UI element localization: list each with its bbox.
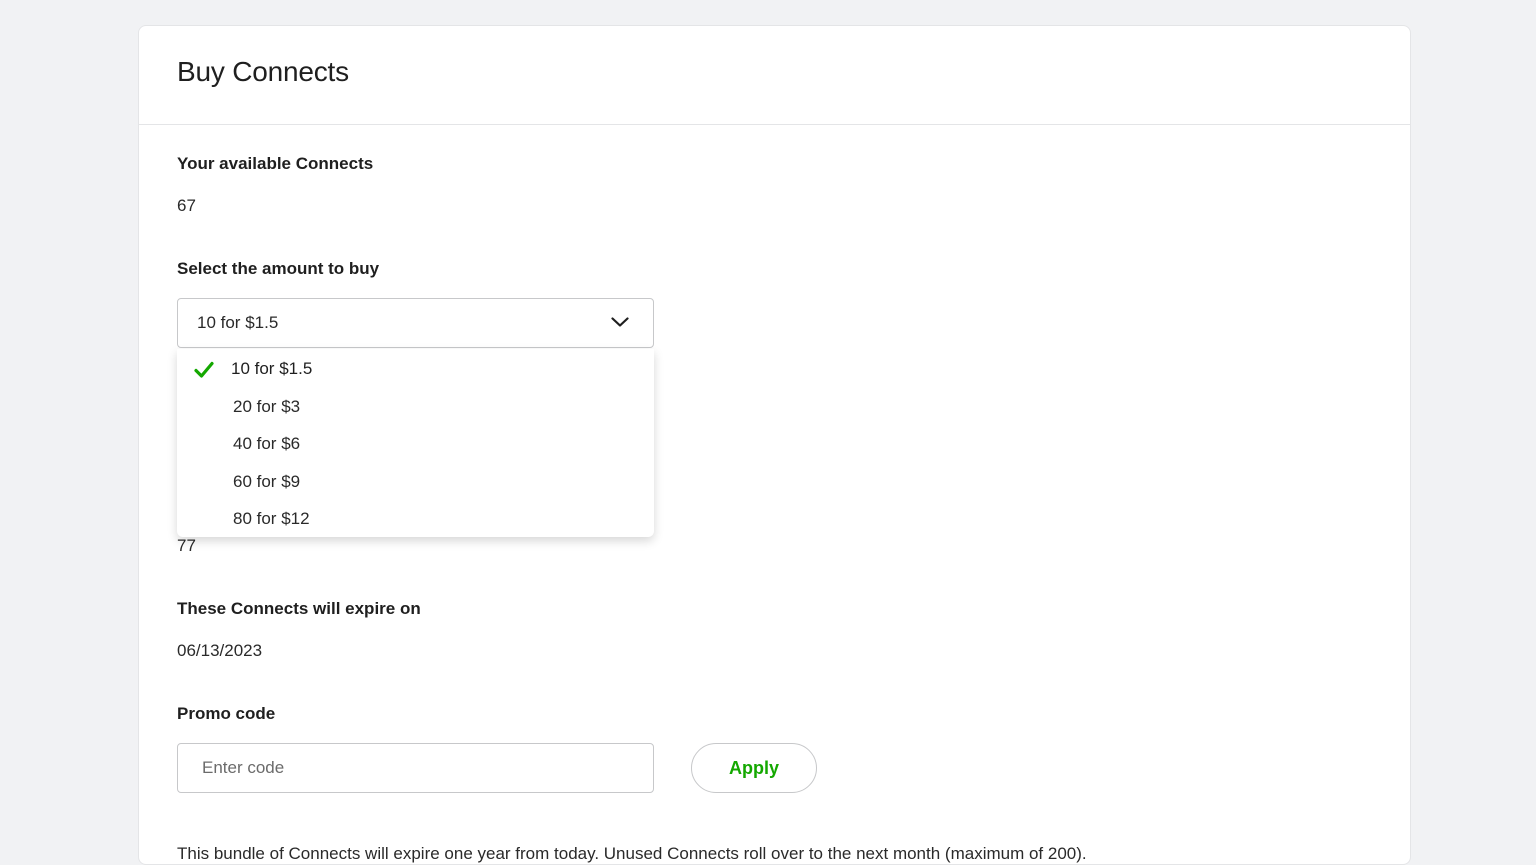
chevron-down-icon — [611, 317, 629, 327]
amount-option-label: 10 for $1.5 — [231, 359, 313, 378]
amount-option-label: 60 for $9 — [233, 472, 301, 491]
amount-option-60[interactable]: 60 for $9 — [177, 465, 654, 501]
amount-option-10[interactable]: 10 for $1.5 — [177, 352, 654, 388]
available-connects-value: 67 — [177, 196, 196, 215]
amount-option-20[interactable]: 20 for $3 — [177, 390, 654, 426]
amount-option-label: 80 for $12 — [233, 509, 310, 528]
check-icon — [194, 361, 214, 378]
amount-option-label: 40 for $6 — [233, 434, 301, 453]
available-connects-label: Your available Connects — [177, 154, 374, 173]
amount-option-40[interactable]: 40 for $6 — [177, 427, 654, 463]
apply-button[interactable]: Apply — [691, 743, 817, 793]
amount-option-label: 20 for $3 — [233, 397, 301, 416]
promo-code-input[interactable] — [177, 743, 654, 793]
amount-select-value: 10 for $1.5 — [197, 313, 279, 332]
amount-select-label: Select the amount to buy — [177, 259, 380, 278]
expiry-label: These Connects will expire on — [177, 599, 421, 618]
promo-code-label: Promo code — [177, 704, 276, 723]
amount-option-80[interactable]: 80 for $12 — [177, 502, 654, 538]
page-title: Buy Connects — [177, 56, 349, 87]
expiry-footnote: This bundle of Connects will expire one … — [177, 844, 1087, 863]
amount-dropdown-menu: 10 for $1.5 20 for $3 40 for $6 60 for $… — [177, 349, 654, 537]
amount-select[interactable]: 10 for $1.5 — [177, 298, 654, 348]
expiry-date-value: 06/13/2023 — [177, 641, 263, 660]
buy-connects-card: Buy Connects Your available Connects 67 … — [138, 25, 1411, 865]
card-header: Buy Connects — [139, 26, 1410, 125]
new-connects-balance-value: 77 — [177, 536, 196, 555]
